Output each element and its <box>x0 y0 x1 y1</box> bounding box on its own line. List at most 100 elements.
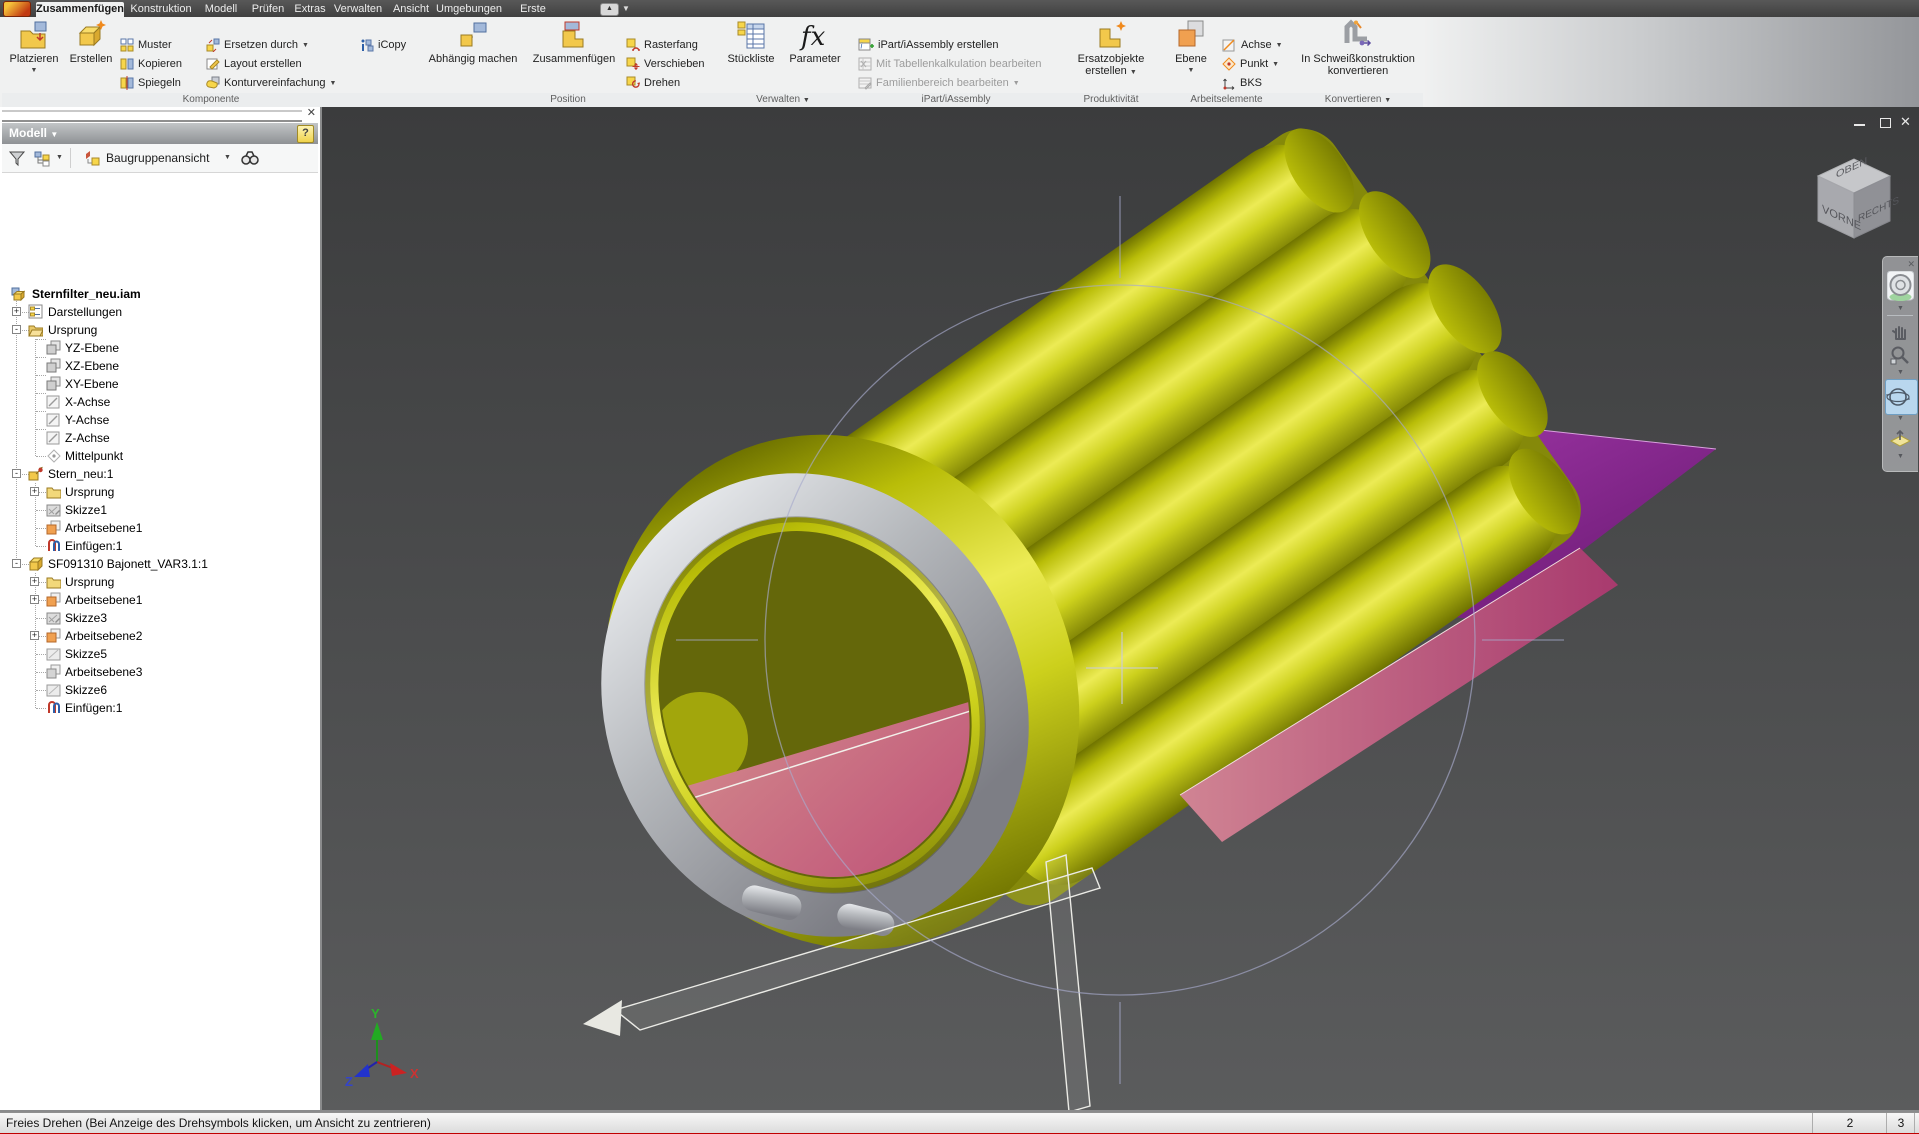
browser-grip-handle[interactable] <box>2 110 302 122</box>
orbit-dropdown-icon[interactable]: ▼ <box>1883 415 1918 423</box>
view-mode-chevron-icon[interactable]: ▼ <box>224 154 231 161</box>
tree-item[interactable]: Mittelpunkt <box>2 447 318 465</box>
spiegeln-button[interactable]: Spiegeln <box>120 74 181 92</box>
tree-expander[interactable]: + <box>30 595 39 604</box>
minimize-icon[interactable] <box>1854 124 1865 126</box>
ebene-button[interactable]: Ebene ▼ <box>1166 19 1216 77</box>
navigation-wheel-icon[interactable] <box>1887 271 1914 301</box>
rasterfang-button[interactable]: Rasterfang <box>626 36 698 54</box>
tab-erste-schritte[interactable]: Erste Schritte <box>500 2 566 17</box>
tree-item[interactable]: Arbeitsebene1 <box>2 519 318 537</box>
tabellenkalkulation-button[interactable]: Mit Tabellenkalkulation bearbeiten <box>858 55 1042 73</box>
tree-expander[interactable]: - <box>12 559 21 568</box>
tree-item[interactable]: Einfügen:1 <box>2 537 318 555</box>
assembly-view-icon[interactable] <box>84 150 102 167</box>
lookat-dropdown-icon[interactable]: ▼ <box>1883 453 1918 461</box>
orbit-button-active[interactable] <box>1885 379 1918 415</box>
tree-expander[interactable]: - <box>12 325 21 334</box>
tree-item[interactable]: X-Achse <box>2 393 318 411</box>
icopy-button[interactable]: iCopy <box>360 36 406 54</box>
platzieren-button[interactable]: Platzieren ▼ <box>6 19 62 77</box>
tab-umgebungen[interactable]: Umgebungen <box>436 2 496 17</box>
inventor-window: Zusammenfügen Konstruktion Modell Prüfen… <box>0 0 1919 1134</box>
ebene-dropdown-icon[interactable]: ▼ <box>1166 65 1216 77</box>
tab-extras[interactable]: Extras <box>292 2 328 17</box>
tree-item[interactable]: Skizze3 <box>2 609 318 627</box>
filter-icon[interactable] <box>8 150 26 167</box>
look-at-icon[interactable] <box>1889 427 1912 449</box>
tree-item[interactable]: - SF091310 Bajonett_VAR3.1:1 <box>2 555 318 573</box>
schweisskonstruktion-button[interactable]: In Schweißkonstruktion konvertieren <box>1295 19 1421 77</box>
tree-item[interactable]: Skizze5 <box>2 645 318 663</box>
tree-expander[interactable]: + <box>12 307 21 316</box>
tab-verwalten[interactable]: Verwalten <box>332 2 384 17</box>
ribbon-collapse-icon[interactable]: ▲ <box>600 3 619 16</box>
browser-mode-icon[interactable] <box>34 150 52 167</box>
free-orbit-icon <box>1886 385 1910 409</box>
muster-button[interactable]: Muster <box>120 36 172 54</box>
bks-button[interactable]: BKS <box>1222 74 1262 92</box>
tree-item[interactable]: + Ursprung <box>2 483 318 501</box>
tree-item[interactable]: - Stern_neu:1 <box>2 465 318 483</box>
tab-ansicht[interactable]: Ansicht <box>390 2 432 17</box>
tree-item[interactable]: Skizze1 <box>2 501 318 519</box>
tree-item[interactable]: - Ursprung <box>2 321 318 339</box>
ipart-erstellen-button[interactable]: i iPart/iAssembly erstellen <box>858 36 998 54</box>
verschieben-button[interactable]: Verschieben <box>626 55 705 73</box>
ribbon-options-chevron-icon[interactable]: ▼ <box>622 4 630 13</box>
familienbereich-button[interactable]: Familienbereich bearbeiten▼ <box>858 74 1020 92</box>
help-icon[interactable]: ? <box>297 125 314 143</box>
application-menu-icon[interactable] <box>3 1 31 17</box>
tree-item[interactable]: + Ursprung <box>2 573 318 591</box>
grid-snap-icon <box>626 38 640 52</box>
view-mode-label[interactable]: Baugruppenansicht <box>106 151 209 165</box>
parameter-button[interactable]: fx Parameter <box>784 19 846 65</box>
tree-item[interactable]: Z-Achse <box>2 429 318 447</box>
tab-konstruktion[interactable]: Konstruktion <box>128 2 194 17</box>
stueckliste-button[interactable]: Stückliste <box>720 19 782 65</box>
browser-title-bar[interactable]: Modell ▼ ? <box>2 123 318 144</box>
tree-item[interactable]: XZ-Ebene <box>2 357 318 375</box>
kopieren-button[interactable]: Kopieren <box>120 55 182 73</box>
wheel-dropdown-icon[interactable]: ▼ <box>1883 305 1918 313</box>
restore-icon[interactable] <box>1880 118 1891 128</box>
tree-item[interactable]: Sternfilter_neu.iam <box>2 285 318 303</box>
close-icon[interactable]: ✕ <box>1900 114 1911 130</box>
konturvereinfachung-button[interactable]: Konturvereinfachung▼ <box>206 74 336 92</box>
achse-button[interactable]: Achse▼ <box>1222 36 1283 54</box>
platzieren-dropdown-icon[interactable]: ▼ <box>6 65 62 77</box>
tree-item[interactable]: Einfügen:1 <box>2 699 318 717</box>
tab-modell[interactable]: Modell <box>198 2 244 17</box>
tree-item[interactable]: Skizze6 <box>2 681 318 699</box>
navbar-close-icon[interactable]: ✕ <box>1907 259 1915 270</box>
browser-mode-chevron-icon[interactable]: ▼ <box>56 154 63 161</box>
ersetzen-durch-button[interactable]: Ersetzen durch▼ <box>206 36 309 54</box>
tab-pruefen[interactable]: Prüfen <box>248 2 288 17</box>
tree-item[interactable]: + Arbeitsebene2 <box>2 627 318 645</box>
tree-item[interactable]: YZ-Ebene <box>2 339 318 357</box>
layout-erstellen-button[interactable]: Layout erstellen <box>206 55 302 73</box>
abhaengig-machen-button[interactable]: Abhängig machen <box>424 19 522 65</box>
pan-hand-icon[interactable] <box>1890 321 1910 341</box>
tree-expander[interactable]: + <box>30 577 39 586</box>
zoom-dropdown-icon[interactable]: ▼ <box>1883 369 1918 377</box>
tree-item[interactable]: XY-Ebene <box>2 375 318 393</box>
drehen-button[interactable]: Drehen <box>626 74 680 92</box>
document-window-controls: ✕ <box>1848 116 1918 132</box>
zoom-icon[interactable] <box>1890 345 1910 365</box>
punkt-button[interactable]: Punkt▼ <box>1222 55 1279 73</box>
tree-item[interactable]: + Arbeitsebene1 <box>2 591 318 609</box>
ersatzobjekte-button[interactable]: Ersatzobjekte erstellen ▼ <box>1064 19 1158 79</box>
tree-expander[interactable]: - <box>12 469 21 478</box>
tree-item[interactable]: Arbeitsebene3 <box>2 663 318 681</box>
viewcube[interactable]: OBEN VORNE RECHTS <box>1802 146 1902 246</box>
tree-expander[interactable]: + <box>30 631 39 640</box>
tree-expander[interactable]: + <box>30 487 39 496</box>
search-binoculars-icon[interactable] <box>240 149 260 167</box>
erstellen-button[interactable]: Erstellen <box>64 19 118 65</box>
zusammenfuegen-button[interactable]: Zusammenfügen <box>524 19 624 65</box>
tree-item[interactable]: + Darstellungen <box>2 303 318 321</box>
tree-item[interactable]: Y-Achse <box>2 411 318 429</box>
browser-close-icon[interactable]: ✕ <box>307 107 316 119</box>
tab-zusammenfuegen[interactable]: Zusammenfügen <box>36 2 124 17</box>
